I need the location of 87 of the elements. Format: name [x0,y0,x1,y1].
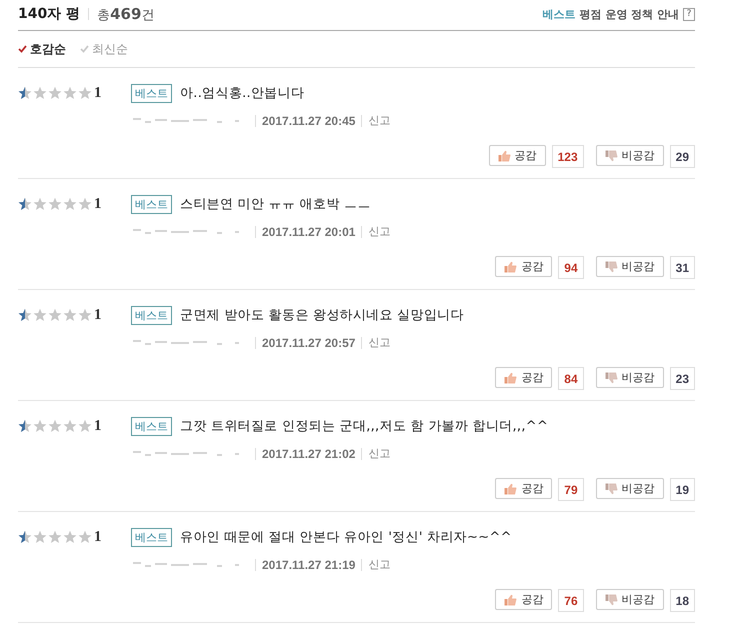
star-icon [33,197,47,211]
like-button[interactable]: 공감 [495,256,552,277]
star-icon [48,197,62,211]
star-icon [78,197,92,211]
dislike-button[interactable]: 비공감 [596,145,664,166]
best-tag: 베스트 [131,528,172,546]
report-link[interactable]: 신고 [368,446,390,461]
thumbs-down-icon [604,372,618,384]
check-icon [18,45,27,53]
total-count: 총469건 [97,4,154,24]
star-icon [78,86,92,100]
like-button[interactable]: 공감 [495,589,552,610]
star-icon [33,419,47,433]
rating-score: 1 [94,196,102,212]
star-icon [18,308,32,322]
star-icon [18,419,32,433]
review-text: 유아인 때문에 절대 안본다 유아인 '정신' 차리자~~^^ [180,529,512,546]
best-tag: 베스트 [131,306,172,324]
dislike-count: 19 [670,478,695,501]
dislike-count: 29 [670,145,695,168]
like-button[interactable]: 공감 [495,367,552,388]
rating-score: 1 [94,84,102,102]
star-icon [63,530,77,544]
star-icon [63,86,77,100]
dislike-button[interactable]: 비공감 [596,367,664,388]
like-button[interactable]: 공감 [488,145,546,166]
report-link[interactable]: 신고 [368,335,390,350]
best-tag: 베스트 [131,194,172,214]
like-count: 123 [552,145,584,168]
review-text: 그깟 트위터질로 인정되는 군대,,,저도 함 가볼까 합니더,,,^^ [180,418,548,435]
like-count: 84 [558,367,584,390]
star-icon [48,419,62,433]
policy-link[interactable]: 평점 운영 정책 안내 [580,6,679,22]
rating-score: 1 [94,528,102,546]
review-date: 2017.11.27 20:57 [262,336,356,350]
review-date: 2017.11.27 20:01 [262,224,356,238]
star-icon [48,530,62,544]
sort-option[interactable]: 호감순 [18,40,66,58]
star-icon [18,197,32,211]
thumbs-up-icon [498,150,511,162]
thumbs-up-icon [504,594,518,606]
dislike-button[interactable]: 비공감 [596,478,664,499]
review-date: 2017.11.27 21:19 [262,558,356,572]
check-icon [80,45,89,53]
review-text: 아..엄식홍..안봅니다 [180,85,304,102]
star-icon [18,530,32,544]
rating-score: 1 [94,418,102,434]
like-count: 94 [558,256,584,279]
thumbs-down-icon [604,260,618,272]
review-text: 군면제 받아도 활동은 왕성하시네요 실망입니다 [180,307,464,324]
star-icon [33,308,47,322]
dislike-button[interactable]: 비공감 [596,589,664,610]
dislike-button[interactable]: 비공감 [596,256,664,277]
dislike-count: 31 [670,256,695,279]
review-text: 스티븐연 미안 ㅠㅠ 애호박 ㅡㅡ [180,196,371,213]
best-tag: 베스트 [131,84,172,102]
star-icon [63,197,77,211]
star-icon [78,308,92,322]
thumbs-up-icon [504,260,518,272]
rating-score: 1 [94,306,102,324]
star-icon [33,530,47,544]
thumbs-up-icon [504,482,518,494]
like-button[interactable]: 공감 [495,478,552,499]
report-link[interactable]: 신고 [368,224,390,239]
section-title: 140자 평 [18,5,80,23]
report-link[interactable]: 신고 [368,557,390,572]
star-icon [78,530,92,544]
thumbs-down-icon [604,594,618,606]
star-icon [48,308,62,322]
review-date: 2017.11.27 21:02 [262,446,356,460]
thumbs-up-icon [504,372,518,384]
like-count: 76 [558,589,584,612]
thumbs-down-icon [604,150,618,162]
dislike-count: 23 [670,367,695,390]
star-icon [63,308,77,322]
star-icon [18,86,32,100]
star-icon [78,419,92,433]
star-icon [48,86,62,100]
thumbs-down-icon [604,482,618,494]
star-icon [33,86,47,100]
best-tag: 베스트 [131,416,172,436]
report-link[interactable]: 신고 [368,113,390,128]
like-count: 79 [558,478,584,501]
help-icon[interactable]: ? [683,8,695,20]
review-date: 2017.11.27 20:45 [262,114,356,128]
dislike-count: 18 [670,589,695,612]
star-icon [63,419,77,433]
